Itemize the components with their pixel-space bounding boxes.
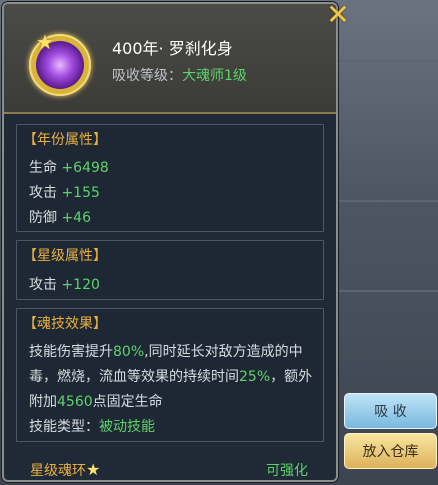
star-ring-text: 星级魂环	[30, 463, 86, 479]
star-soul-ring-label: 星级魂环★	[30, 460, 100, 480]
absorb-button[interactable]: 吸 收	[344, 393, 437, 429]
year-attributes-section: 【年份属性】 生命 +6498 攻击 +155 防御 +46	[16, 124, 324, 232]
skill-description: 技能伤害提升80%,同时延长对敌方造成的中毒，燃烧，流血等效果的持续时间25%，…	[29, 340, 325, 440]
attr-row-attack: 攻击 +155	[29, 182, 100, 202]
background-divider	[338, 290, 438, 292]
section-title: 【星级属性】	[23, 248, 107, 264]
skill-type-label: 技能类型：	[29, 419, 99, 435]
desc-text: 技能伤害提升	[29, 344, 113, 360]
attr-value: +46	[61, 210, 91, 226]
star-icon: ★	[36, 30, 54, 54]
store-in-warehouse-button[interactable]: 放入仓库	[344, 433, 437, 469]
attr-label: 防御	[29, 210, 57, 226]
absorb-level-label: 吸收等级：	[112, 68, 182, 84]
close-icon[interactable]: ✕	[322, 1, 354, 29]
star-icon: ★	[86, 460, 101, 479]
enhance-status: 可强化	[266, 463, 308, 479]
background-divider	[338, 100, 438, 102]
attr-row-hp: 生命 +6498	[29, 157, 109, 177]
section-title: 【魂技效果】	[23, 316, 107, 332]
desc-value: 80%	[113, 344, 145, 360]
desc-value: 25%	[239, 369, 271, 385]
attr-label: 生命	[29, 160, 57, 176]
attr-value: +6498	[61, 160, 109, 176]
attr-value: +120	[61, 277, 100, 293]
desc-value: 4560	[57, 394, 93, 410]
desc-text: 点固定生命	[92, 394, 163, 410]
soul-ring-detail-card: ★ 400年· 罗刹化身 吸收等级：大魂师1级 【年份属性】 生命 +6498 …	[2, 2, 338, 482]
soul-ring-title: 400年· 罗刹化身	[112, 39, 233, 58]
absorb-level: 吸收等级：大魂师1级	[112, 65, 247, 85]
section-title: 【年份属性】	[23, 132, 107, 148]
skill-effect-section: 【魂技效果】 技能伤害提升80%,同时延长对敌方造成的中毒，燃烧，流血等效果的持…	[16, 308, 324, 442]
card-header: ★ 400年· 罗刹化身 吸收等级：大魂师1级	[4, 4, 336, 114]
background-divider	[338, 60, 438, 62]
attr-row-attack: 攻击 +120	[29, 274, 100, 294]
attr-label: 攻击	[29, 277, 57, 293]
skill-type-value: 被动技能	[99, 419, 155, 435]
background-divider	[338, 200, 438, 202]
absorb-level-value: 大魂师1级	[182, 68, 247, 84]
attr-value: +155	[61, 185, 100, 201]
star-attributes-section: 【星级属性】 攻击 +120	[16, 240, 324, 300]
attr-label: 攻击	[29, 185, 57, 201]
attr-row-defense: 防御 +46	[29, 207, 91, 227]
